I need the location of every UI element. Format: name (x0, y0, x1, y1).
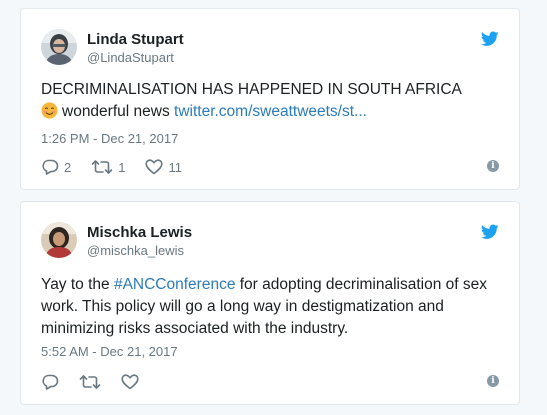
tweet-timestamp[interactable]: 1:26 PM - Dec 21, 2017 (41, 131, 178, 146)
smiling-face-emoji-icon (41, 102, 58, 119)
tweet-actions: 2 1 11 i (41, 157, 499, 177)
info-icon[interactable]: i (487, 375, 499, 387)
author-handle[interactable]: @LindaStupart (87, 50, 174, 65)
like-button[interactable]: 11 (145, 159, 182, 175)
tweet-text: Yay to the #ANCConference for adopting d… (41, 274, 499, 340)
twitter-bird-icon[interactable] (481, 224, 499, 240)
tweet-text: DECRIMINALISATION HAS HAPPENED IN SOUTH … (41, 79, 499, 123)
tweet-text-line2: wonderful news (62, 103, 175, 120)
avatar[interactable] (41, 29, 77, 65)
tweet-actions: i (41, 372, 499, 392)
retweet-button[interactable] (79, 374, 101, 390)
retweet-icon (91, 160, 113, 174)
tweet-text-prefix: Yay to the (41, 276, 114, 293)
retweet-count: 1 (118, 159, 126, 175)
heart-icon (145, 159, 164, 175)
like-button[interactable] (121, 374, 139, 390)
tweet-text-line1: DECRIMINALISATION HAS HAPPENED IN SOUTH … (41, 81, 462, 98)
like-count: 11 (168, 159, 182, 175)
hashtag-link[interactable]: #ANCConference (114, 276, 235, 293)
reply-icon (42, 159, 59, 175)
author-handle[interactable]: @mischka_lewis (87, 243, 184, 258)
tweet-timestamp[interactable]: 5:52 AM - Dec 21, 2017 (41, 344, 178, 359)
reply-icon (42, 374, 59, 390)
reply-count: 2 (64, 159, 72, 175)
reply-button[interactable]: 2 (41, 159, 71, 175)
avatar[interactable] (41, 222, 77, 258)
twitter-bird-icon[interactable] (481, 31, 499, 47)
retweet-icon (79, 375, 101, 389)
info-icon[interactable]: i (487, 160, 499, 172)
author-name[interactable]: Linda Stupart (87, 31, 184, 48)
tweet-card[interactable]: Mischka Lewis @mischka_lewis Yay to the … (20, 201, 520, 405)
heart-icon (121, 374, 139, 390)
tweet-embed-page: Linda Stupart @LindaStupart DECRIMINALIS… (0, 0, 547, 415)
tweet-card[interactable]: Linda Stupart @LindaStupart DECRIMINALIS… (20, 8, 520, 190)
reply-button[interactable] (41, 374, 59, 390)
tweet-link[interactable]: twitter.com/sweattweets/st... (174, 103, 367, 120)
retweet-button[interactable]: 1 (91, 159, 125, 175)
author-name[interactable]: Mischka Lewis (87, 224, 192, 241)
